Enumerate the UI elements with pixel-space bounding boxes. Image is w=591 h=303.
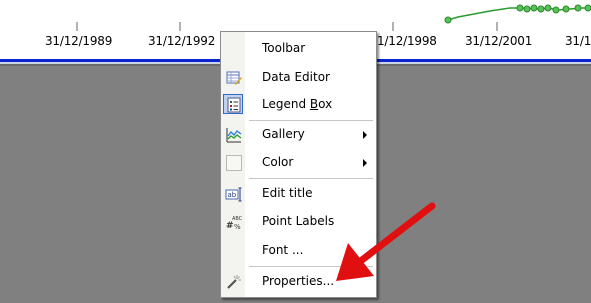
color-icon bbox=[226, 155, 242, 171]
menu-item-edit-title[interactable]: ab Edit title bbox=[221, 183, 376, 205]
series-point bbox=[552, 6, 560, 14]
menu-item-label: Font ... bbox=[262, 243, 304, 257]
menu-separator bbox=[249, 266, 373, 267]
menu-item-label: Data Editor bbox=[262, 70, 330, 84]
svg-text:ABC: ABC bbox=[232, 216, 243, 222]
edit-title-icon: ab bbox=[225, 187, 242, 202]
menu-item-color[interactable]: Color bbox=[221, 152, 376, 174]
data-editor-icon bbox=[226, 71, 242, 85]
menu-item-label: Properties... bbox=[262, 274, 335, 288]
series-point bbox=[444, 16, 452, 24]
submenu-arrow-icon bbox=[363, 159, 367, 167]
x-tick-label: 31/12/1989 bbox=[45, 34, 113, 48]
svg-text:%: % bbox=[234, 223, 241, 231]
menu-item-gallery[interactable]: Gallery bbox=[221, 124, 376, 146]
chart-context-menu: Toolbar Data Editor Legend Box Gallery C… bbox=[220, 31, 377, 298]
point-labels-icon: ABC # % bbox=[226, 216, 243, 231]
menu-item-point-labels[interactable]: ABC # % Point Labels bbox=[221, 211, 376, 233]
x-tick-label: 31/12/1992 bbox=[148, 34, 216, 48]
menu-item-label: Toolbar bbox=[262, 41, 306, 55]
menu-item-font[interactable]: Font ... bbox=[221, 240, 376, 262]
series-point bbox=[584, 4, 591, 12]
submenu-arrow-icon bbox=[363, 131, 367, 139]
svg-text:ab: ab bbox=[228, 191, 237, 199]
menu-item-legend-box[interactable]: Legend Box bbox=[221, 94, 376, 116]
menu-item-label: Legend Box bbox=[262, 97, 333, 111]
menu-item-label: Color bbox=[262, 155, 294, 169]
properties-wand-icon bbox=[227, 275, 241, 289]
series-point bbox=[516, 4, 524, 12]
series-point bbox=[530, 4, 538, 12]
x-tick-label: 1/12/1998 bbox=[377, 34, 437, 48]
svg-text:#: # bbox=[226, 221, 234, 231]
legend-box-icon bbox=[227, 97, 241, 113]
series-point bbox=[574, 4, 582, 12]
menu-item-label: Point Labels bbox=[262, 214, 335, 228]
series-point bbox=[523, 5, 531, 13]
series-point bbox=[544, 4, 552, 12]
series-point bbox=[562, 5, 570, 13]
gallery-icon bbox=[226, 128, 242, 143]
menu-item-toolbar[interactable]: Toolbar bbox=[221, 38, 376, 60]
menu-separator bbox=[249, 120, 373, 121]
series-point bbox=[537, 5, 545, 13]
menu-item-data-editor[interactable]: Data Editor bbox=[221, 67, 376, 89]
menu-separator bbox=[249, 178, 373, 179]
menu-item-properties[interactable]: Properties... bbox=[221, 271, 376, 293]
x-tick-label: 31/12/2001 bbox=[465, 34, 533, 48]
menu-item-label: Gallery bbox=[262, 127, 305, 141]
menu-item-label: Edit title bbox=[262, 186, 313, 200]
x-tick-label: 31/1 bbox=[565, 34, 591, 48]
